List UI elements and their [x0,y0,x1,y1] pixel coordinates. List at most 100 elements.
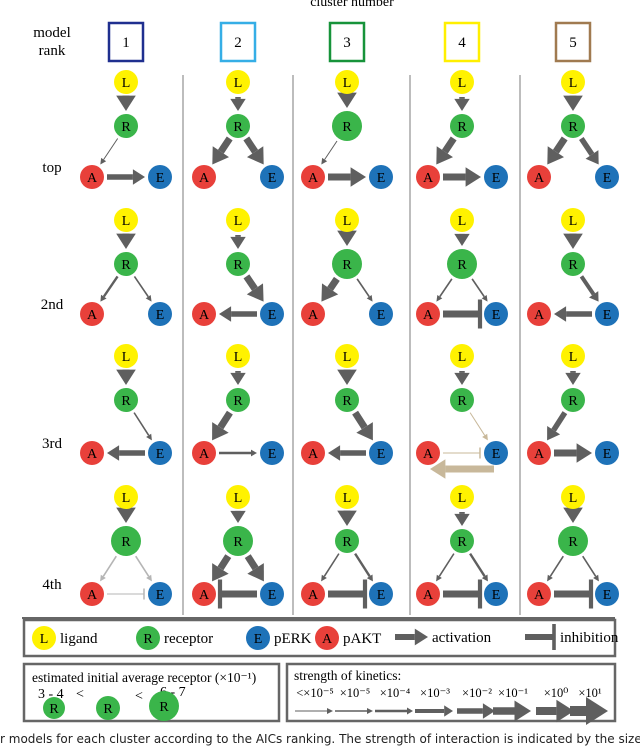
cluster-header-5: 5 [554,21,592,63]
svg-text:L: L [122,76,131,91]
svg-text:L: L [458,214,467,229]
edge-L-R-activation [563,233,583,249]
svg-text:L: L [40,632,49,647]
node-E: E [260,582,284,606]
svg-text:E: E [377,588,386,603]
svg-text:L: L [343,76,352,91]
cluster-header-1: 1 [107,21,145,63]
edge-R-A-activation [321,276,340,302]
node-A: A [301,302,325,326]
kinetics-level-label: ×10⁻² [462,686,492,700]
node-R: R [558,526,588,556]
edge-L-R-activation [454,371,470,385]
svg-text:L: L [234,214,243,229]
svg-text:L: L [569,350,578,365]
svg-text:A: A [308,447,319,462]
svg-text:R: R [342,535,352,550]
model-c4-4th: L R A E [416,485,508,609]
svg-text:A: A [199,308,210,323]
edges [436,233,488,329]
node-L: L [450,70,474,94]
node-E: E [484,302,508,326]
svg-text:R: R [121,394,131,409]
node-R: R [114,388,138,412]
svg-text:A: A [87,171,98,186]
node-A: A [192,165,216,189]
edge-L-R-activation [454,512,470,526]
svg-text:L: L [234,491,243,506]
svg-text:L: L [343,214,352,229]
edges [321,510,373,609]
edge-R-E-activation [244,554,264,582]
model-c1-top: L R A E [80,70,172,189]
node-R: R [447,249,477,279]
legend-inhibition-label: inhibition [560,630,619,646]
svg-text:A: A [199,171,210,186]
svg-text:L: L [122,491,131,506]
node-R: R [335,529,359,553]
svg-text:R: R [457,394,467,409]
svg-text:R: R [233,394,243,409]
kinetics-level-label: ×10⁻³ [420,686,450,700]
cluster-number-title: cluster number [310,0,394,10]
svg-text:R: R [342,120,352,135]
node-R: R [226,114,250,138]
edge-R-E-activation [582,555,599,582]
kinetics-legend-title: strength of kinetics: [294,668,401,683]
receptor-size-3: R [149,691,179,721]
svg-text:E: E [268,447,277,462]
model-c5-2nd: L R A E [527,208,619,326]
edges [219,235,264,322]
edge-R-E-activation [579,275,599,302]
edge-R-A-activation [436,553,455,582]
edge-A-E-inhibition [443,299,483,329]
node-R: R [450,388,474,412]
legend-item-receptor: Rreceptor [136,626,213,650]
svg-text:E: E [268,171,277,186]
model-c2-top: L R A E [192,70,284,189]
edge-R-A-activation [321,553,340,582]
legend-activation-arrow [395,628,428,646]
node-L: L [561,70,585,94]
node-L: L [561,344,585,368]
svg-text:E: E [492,447,501,462]
edge-L-R-activation [230,510,246,523]
svg-text:R: R [121,535,131,550]
svg-text:L: L [569,214,578,229]
edge-A-E-activation [219,449,257,457]
cluster-label: 4 [458,35,466,51]
legend-activation-label: activation [432,630,492,646]
edge-E-A-activation [554,306,592,322]
edge-R-E-activation [133,412,152,441]
edge-L-R-activation [563,95,583,111]
edge-R-E-activation [354,552,373,582]
svg-text:E: E [492,588,501,603]
node-R: R [561,114,585,138]
edges [430,371,494,479]
node-L: L [561,208,585,232]
svg-text:A: A [308,588,319,603]
model-c5-3rd: L R A E [527,344,619,465]
svg-text:L: L [122,350,131,365]
edge-R-E-activation [133,275,152,302]
node-A: A [301,582,325,606]
edge-A-E-inhibition [443,447,481,459]
figure-caption: r models for each cluster according to t… [0,732,640,746]
receptor-legend-title: estimated initial average receptor (×10⁻… [32,670,256,685]
node-L: L [226,208,250,232]
edge-R-E-activation [471,278,488,302]
node-L: L [335,208,359,232]
kinetics-legend: strength of kinetics: <×10⁻⁵ ×10⁻⁵ ×10⁻⁴ ×1… [285,662,617,725]
svg-text:A: A [534,308,545,323]
legend-label: ligand [60,631,98,647]
svg-text:L: L [569,76,578,91]
node-R: R [332,111,362,141]
model-c3-3rd: L R A E [301,344,393,465]
svg-text:R: R [121,258,131,273]
edge-L-R-activation [116,507,136,523]
node-E: E [148,165,172,189]
svg-text:A: A [423,447,434,462]
node-E: E [260,165,284,189]
svg-text:A: A [534,588,545,603]
svg-text:A: A [199,447,210,462]
